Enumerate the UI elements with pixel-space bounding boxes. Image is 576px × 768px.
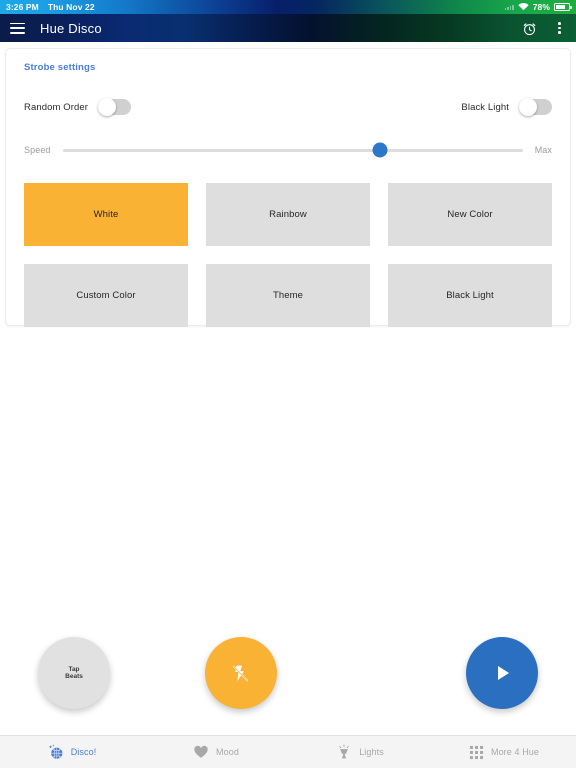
page-title: Hue Disco [40, 20, 102, 36]
play-button[interactable] [465, 637, 538, 709]
status-bar: 3:26 PM Thu Nov 22 78% [0, 0, 576, 14]
nav-label-more-4-hue: More 4 Hue [490, 747, 540, 757]
mode-button-theme[interactable]: Theme [206, 264, 370, 327]
battery-icon [554, 3, 572, 11]
tap-beats-line1: Tap [68, 665, 80, 673]
black-light-toggle-group: Black Light [461, 98, 552, 116]
battery-percent: 78% [532, 2, 550, 12]
tap-beats-line2: Beats [65, 673, 83, 680]
card-title: Strobe settings [24, 62, 96, 73]
nav-item-mood[interactable]: Mood [144, 736, 288, 768]
switch-knob [519, 98, 537, 116]
alarm-timer-icon[interactable] [522, 21, 537, 36]
bottom-navigation: Disco! Mood Lights More 4 Hue [0, 735, 576, 768]
grid-icon [469, 745, 484, 760]
nav-item-disco[interactable]: Disco! [0, 736, 144, 768]
tap-beats-button[interactable]: Tap Beats [38, 637, 110, 709]
app-bar: Hue Disco [0, 14, 576, 42]
app-bar-actions [522, 20, 566, 36]
toggle-row: Random Order Black Light [24, 95, 552, 119]
random-order-switch[interactable] [98, 98, 132, 116]
flash-off-icon [231, 664, 250, 683]
speed-slider[interactable] [62, 142, 523, 158]
status-date: Thu Nov 22 [47, 2, 95, 12]
nav-label-mood: Mood [216, 747, 239, 757]
mode-button-rainbow[interactable]: Rainbow [206, 183, 370, 246]
status-bar-right: 78% [504, 2, 572, 12]
play-icon [498, 666, 510, 680]
speed-min-label: Speed [24, 145, 51, 155]
black-light-label: Black Light [461, 101, 509, 113]
random-order-toggle-group: Random Order [24, 98, 132, 116]
speed-max-label: Max [534, 145, 552, 155]
mode-button-new-color[interactable]: New Color [388, 183, 552, 246]
switch-knob [98, 98, 117, 116]
signal-bars-icon [504, 4, 514, 10]
strobe-toggle-button[interactable] [204, 637, 277, 709]
mode-button-black-light[interactable]: Black Light [388, 264, 552, 327]
black-light-switch[interactable] [519, 98, 552, 116]
nav-item-lights[interactable]: Lights [288, 736, 432, 768]
speed-slider-row: Speed Max [24, 139, 552, 161]
disco-ball-icon [48, 744, 64, 760]
mode-button-white[interactable]: White [24, 183, 188, 246]
overflow-menu-icon[interactable] [553, 20, 566, 36]
speed-slider-thumb[interactable] [372, 142, 388, 158]
nav-label-lights: Lights [359, 747, 384, 757]
hamburger-menu-icon[interactable] [10, 22, 25, 34]
mode-button-grid: White Rainbow New Color Custom Color The… [24, 183, 552, 327]
random-order-label: Random Order [24, 101, 89, 113]
nav-label-disco: Disco! [70, 747, 97, 757]
nav-item-more-4-hue[interactable]: More 4 Hue [432, 736, 576, 768]
lamp-icon [336, 744, 352, 760]
status-bar-left: 3:26 PM Thu Nov 22 [6, 2, 95, 12]
strobe-settings-card: Strobe settings Random Order Black Light… [5, 48, 571, 327]
fab-row: Tap Beats [0, 633, 576, 713]
status-time: 3:26 PM [6, 2, 39, 12]
wifi-icon [517, 3, 529, 11]
heart-icon [193, 744, 209, 760]
mode-button-custom-color[interactable]: Custom Color [24, 264, 188, 327]
